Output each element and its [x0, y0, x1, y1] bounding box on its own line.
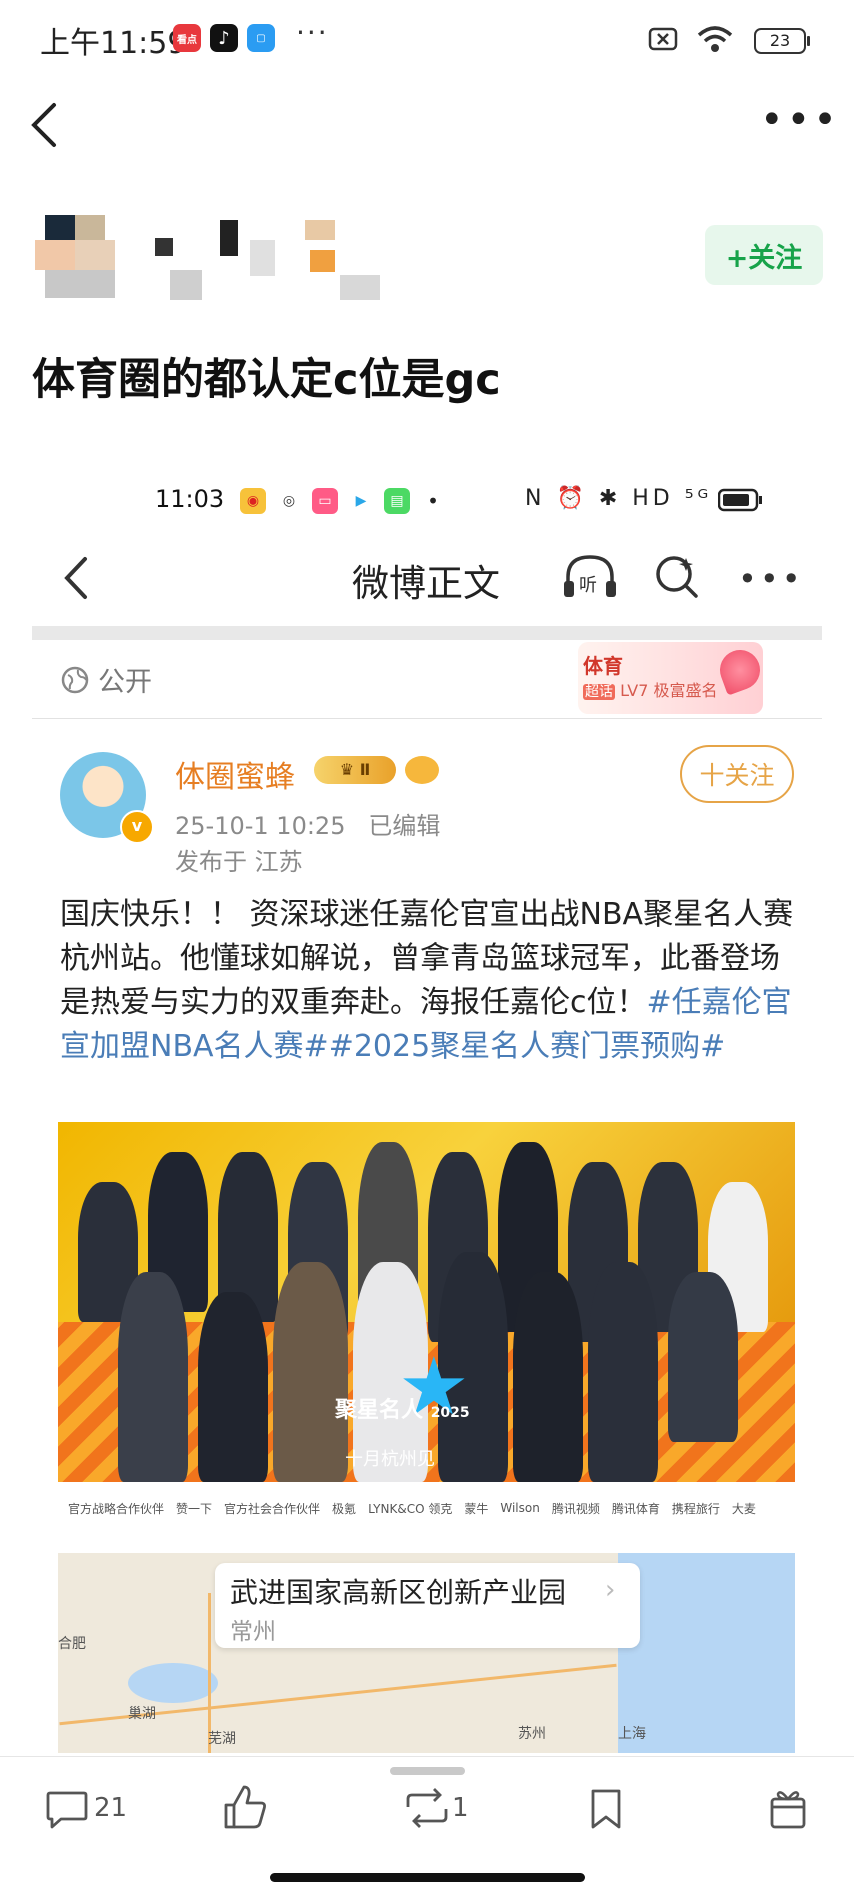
location-city: 常州: [230, 1619, 276, 1645]
poster-logo-name: 聚星名人: [335, 1398, 424, 1423]
sponsor: 赞一下: [176, 1501, 213, 1516]
map-label: 巢湖: [128, 1706, 156, 1722]
battery-indicator: 23: [754, 28, 810, 54]
svg-text:听: 听: [579, 575, 597, 596]
inner-app-icons: ◉ ◎ ▭ ▶ ▤ •: [240, 488, 446, 514]
supertopic-level: 超话 LV7 极富盛名: [583, 677, 717, 701]
news-app-icon: 看点: [173, 24, 201, 52]
inner-status-time: 11:03: [155, 485, 225, 513]
fan-badge-icon: [405, 756, 439, 784]
no-sim-icon: [648, 27, 678, 51]
sponsor: Wilson: [500, 1501, 540, 1515]
inner-more-icon[interactable]: •••: [738, 560, 804, 598]
post-date: 25-10-1 10:25: [175, 812, 346, 840]
like-icon[interactable]: [222, 1783, 268, 1831]
more-options-icon[interactable]: •••: [760, 100, 840, 140]
video-app-icon: ▶: [348, 488, 374, 514]
bookmark-icon[interactable]: [588, 1787, 624, 1831]
edited-label: 已编辑: [368, 812, 441, 840]
app-icon: ▭: [312, 488, 338, 514]
rank-level: Ⅱ: [359, 760, 371, 779]
blurred-username: [150, 220, 400, 310]
author-name[interactable]: 体圈蜜蜂: [175, 752, 295, 796]
poster-logo-text: 聚星名人 2025: [335, 1392, 470, 1424]
gift-icon[interactable]: [768, 1785, 808, 1831]
sponsor: 蒙牛: [464, 1501, 489, 1516]
sponsor: 携程旅行: [671, 1501, 720, 1516]
follow-button[interactable]: +关注: [705, 225, 823, 285]
supertopic-name: 体育: [583, 654, 623, 678]
supertopic-tag: 超话: [583, 684, 615, 700]
map-label: 合肥: [58, 1636, 86, 1652]
drag-handle[interactable]: [390, 1767, 465, 1775]
search-icon[interactable]: [652, 552, 702, 602]
inner-back-arrow-icon[interactable]: [60, 555, 90, 601]
inner-status-icons: N ⏰ ✱ HD ⁵ᴳ: [525, 486, 713, 511]
wechat-icon: ◎: [276, 488, 302, 514]
sponsor: 腾讯视频: [551, 1501, 600, 1516]
inner-battery-icon: [718, 488, 762, 512]
home-indicator[interactable]: [270, 1873, 585, 1882]
app-icon: ▢: [247, 24, 275, 52]
post-location: 发布于 江苏: [175, 848, 303, 876]
dot-icon: •: [420, 488, 446, 514]
sponsor: LYNK&CO 领克: [368, 1501, 453, 1516]
chevron-right-icon: ›: [605, 1575, 616, 1605]
separator: [32, 626, 822, 640]
public-label: 公开: [98, 667, 152, 698]
map-label: 芜湖: [208, 1731, 236, 1747]
sponsor: 腾讯体育: [611, 1501, 660, 1516]
toolbar-divider: [0, 1756, 854, 1757]
sponsor: 官方社会合作伙伴: [224, 1501, 321, 1516]
repost-icon[interactable]: [402, 1787, 452, 1829]
divider: [32, 718, 822, 719]
inner-follow-button[interactable]: 十关注: [680, 745, 794, 803]
blurred-avatar[interactable]: [30, 205, 130, 305]
sponsor: 大麦: [731, 1501, 756, 1516]
location-name: 武进国家高新区创新产业园: [230, 1576, 567, 1609]
lake-area: [128, 1663, 218, 1703]
tiktok-icon: ♪: [210, 24, 238, 52]
comment-icon[interactable]: [45, 1787, 89, 1831]
supertopic-level-text: LV7 极富盛名: [620, 681, 718, 700]
post-title: 体育圈的都认定c位是gc: [32, 355, 501, 405]
poster-subtitle: 十月杭州见: [345, 1449, 435, 1470]
verified-badge-icon: v: [120, 810, 154, 844]
map-label: 苏州: [518, 1726, 546, 1742]
back-arrow-icon[interactable]: [28, 100, 58, 150]
comment-count: 21: [94, 1793, 128, 1823]
app-icon: ▤: [384, 488, 410, 514]
status-time: 上午11:59: [40, 26, 187, 61]
sponsor-strip: 官方战略合作伙伴 赞一下 官方社会合作伙伴 极氪 LYNK&CO 领克 蒙牛 W…: [58, 1484, 795, 1532]
post-body: 国庆快乐！！ 资深球迷任嘉伦官宣出战NBA聚星名人赛杭州站。他懂球如解说，曾拿青…: [60, 893, 800, 1069]
globe-icon: [61, 666, 89, 693]
sponsor: 极氪: [332, 1501, 357, 1516]
repost-count: 1: [452, 1793, 469, 1823]
poster-logo-year: 2025: [430, 1405, 470, 1421]
weibo-icon: ◉: [240, 488, 266, 514]
map-label: 上海: [618, 1726, 646, 1742]
more-notifications-icon: ···: [296, 16, 329, 49]
crown-rank-badge: ♛ Ⅱ: [314, 756, 396, 784]
sponsor: 官方战略合作伙伴: [68, 1501, 165, 1516]
visibility-row: 公开: [60, 660, 152, 699]
hashtag-link[interactable]: #2025聚星名人赛门票预购#: [329, 1029, 726, 1064]
inner-page-title: 微博正文: [352, 562, 500, 605]
post-meta: 25-10-1 10:25 已编辑: [175, 806, 440, 841]
listen-icon[interactable]: 听: [560, 553, 620, 601]
wifi-icon: [697, 26, 733, 52]
